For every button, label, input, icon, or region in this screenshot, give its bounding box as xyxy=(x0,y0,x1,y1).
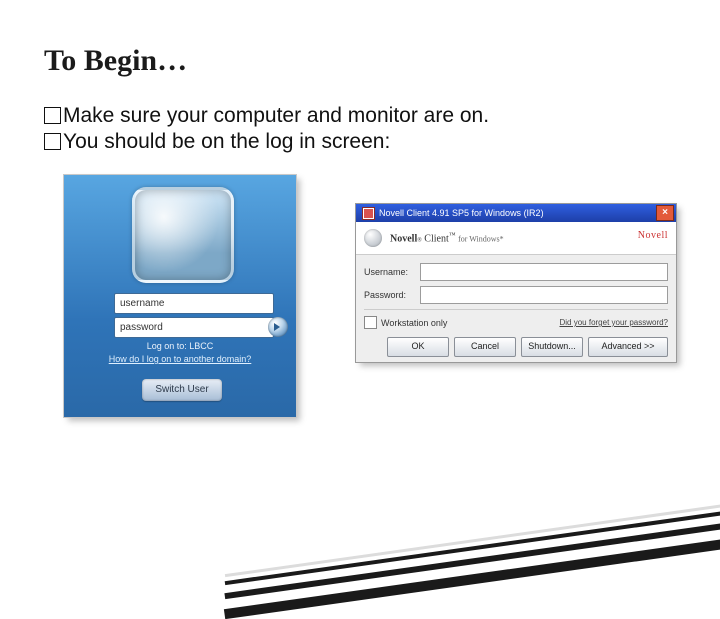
workstation-only-checkbox[interactable] xyxy=(364,316,377,329)
other-domain-link[interactable]: How do I log on to another domain? xyxy=(64,354,296,364)
avatar-icon xyxy=(132,187,234,283)
bullet-2: You should be on the log in screen: xyxy=(44,128,390,155)
password-label: Password: xyxy=(364,290,420,300)
windows-login-screenshot: username password Log on to: LBCC How do… xyxy=(64,175,296,417)
logon-domain-text: Log on to: LBCC xyxy=(64,341,296,351)
novell-username-input[interactable] xyxy=(420,263,668,281)
forgot-password-link[interactable]: Did you forget your password? xyxy=(560,318,669,327)
bullet-1: Make sure your computer and monitor are … xyxy=(44,102,489,129)
cancel-button[interactable]: Cancel xyxy=(454,337,516,357)
novell-banner: Novell® Client™ for Windows* Novell xyxy=(356,222,676,255)
novell-logo-icon xyxy=(364,229,382,247)
password-input[interactable]: password xyxy=(114,317,274,338)
username-label: Username: xyxy=(364,267,420,277)
novell-brand: Novell® Client™ for Windows* xyxy=(390,231,504,244)
brand-suffix: Client xyxy=(424,234,448,245)
username-input[interactable]: username xyxy=(114,293,274,314)
bullet-marker xyxy=(44,133,61,150)
brand-right: Novell xyxy=(638,230,668,241)
bullet-1-text: Make sure your computer and monitor are … xyxy=(63,104,489,127)
login-arrow-icon[interactable] xyxy=(268,317,288,337)
novell-icon xyxy=(362,207,375,220)
bullet-2-text: You should be on the log in screen: xyxy=(63,130,390,153)
novell-password-input[interactable] xyxy=(420,286,668,304)
brand-name: Novell xyxy=(390,234,417,245)
brand-for: for Windows* xyxy=(458,235,504,244)
titlebar: Novell Client 4.91 SP5 for Windows (IR2)… xyxy=(356,204,676,222)
ok-button[interactable]: OK xyxy=(387,337,449,357)
close-icon[interactable]: × xyxy=(656,205,674,221)
bullet-marker xyxy=(44,107,61,124)
brand-tm: ™ xyxy=(449,231,456,239)
slide-title: To Begin… xyxy=(44,44,187,78)
separator xyxy=(364,309,668,310)
advanced-button[interactable]: Advanced >> xyxy=(588,337,668,357)
workstation-only-label: Workstation only xyxy=(381,318,447,328)
novell-client-window: Novell Client 4.91 SP5 for Windows (IR2)… xyxy=(356,204,676,362)
shutdown-button[interactable]: Shutdown... xyxy=(521,337,583,357)
switch-user-button[interactable]: Switch User xyxy=(142,379,222,401)
window-title: Novell Client 4.91 SP5 for Windows (IR2) xyxy=(379,208,544,218)
